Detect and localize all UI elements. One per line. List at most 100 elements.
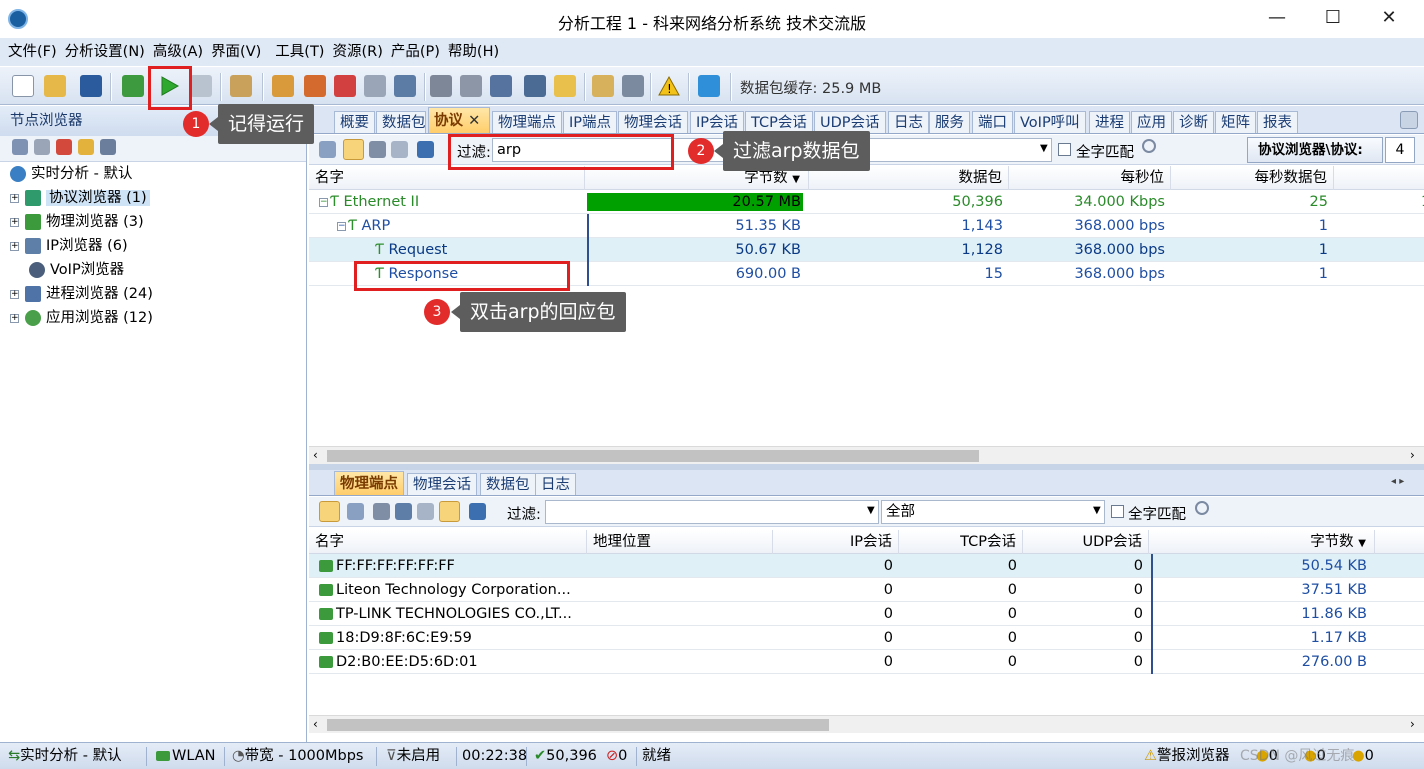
scope-select[interactable]: 全部 <box>881 500 1105 524</box>
tab-physical-sessions[interactable]: 物理会话 <box>618 111 688 133</box>
table-row[interactable]: Liteon Technology Corporation... 0 0 0 3… <box>309 578 1424 602</box>
filter-dropdown-icon[interactable]: ▼ <box>1040 143 1048 154</box>
tab-reports[interactable]: 报表 <box>1257 111 1298 133</box>
tab-process[interactable]: 进程 <box>1089 111 1130 133</box>
tab-matrix[interactable]: 矩阵 <box>1215 111 1256 133</box>
col-bps[interactable]: 每秒位 <box>1009 166 1171 190</box>
folder-icon[interactable] <box>554 75 576 97</box>
tab-log-bottom[interactable]: 日志 <box>535 473 576 495</box>
refresh-tool-icon[interactable] <box>417 141 434 158</box>
tab-ip-endpoints[interactable]: IP端点 <box>563 111 618 133</box>
open-folder-icon[interactable] <box>44 75 66 97</box>
endpoint-filter-input[interactable] <box>545 500 879 524</box>
tab-protocol[interactable]: 协议 ✕ <box>428 107 490 133</box>
table-row[interactable]: − Ƭ Ethernet II 20.57 MB 50,396 34.000 Kb… <box>309 190 1424 214</box>
menu-advanced[interactable]: 高级(A) <box>149 38 207 66</box>
tab-ports[interactable]: 端口 <box>972 111 1013 133</box>
tab-packets[interactable]: 数据包 <box>376 111 426 133</box>
panel-tool-icon[interactable] <box>12 139 28 155</box>
view-icon[interactable] <box>319 141 336 158</box>
tree-item-voip[interactable]: VoIP浏览器 <box>29 258 124 282</box>
tab-tcp-sessions[interactable]: TCP会话 <box>745 111 813 133</box>
tab-log[interactable]: 日志 <box>888 111 929 133</box>
col-bytes[interactable]: 字节数 ▼ <box>1149 530 1375 554</box>
save-icon[interactable] <box>80 75 102 97</box>
close-tab-icon[interactable]: ✕ <box>468 113 480 129</box>
panel-filter-icon[interactable] <box>34 139 50 155</box>
add-icon[interactable] <box>334 75 356 97</box>
filter-icon[interactable] <box>460 75 482 97</box>
new-file-icon[interactable] <box>12 75 34 97</box>
table-row[interactable]: D2:B0:EE:D5:6D:01 0 0 0 276.00 B <box>309 650 1424 674</box>
report-icon[interactable] <box>622 75 644 97</box>
edit-icon[interactable] <box>230 75 252 97</box>
layout-icon[interactable] <box>343 139 364 160</box>
scroll-thumb[interactable] <box>327 719 829 731</box>
view-icon[interactable] <box>347 503 364 520</box>
tree-item-ip[interactable]: + IP浏览器 (6) <box>10 234 128 258</box>
tab-physical-endpoints-bottom[interactable]: 物理端点 <box>334 471 404 495</box>
export-icon[interactable] <box>417 503 434 520</box>
group-icon[interactable] <box>439 501 460 522</box>
menu-help[interactable]: 帮助(H) <box>444 38 503 66</box>
table-row[interactable]: − Ƭ ARP 51.35 KB 1,143 368.000 bps 1 <box>309 214 1424 238</box>
refresh-icon[interactable] <box>524 75 546 97</box>
maximize-button[interactable]: ☐ <box>1310 4 1356 32</box>
horizontal-scrollbar[interactable]: ‹ › <box>309 715 1424 733</box>
scroll-right-icon[interactable]: › <box>1410 717 1415 731</box>
table-row[interactable]: TP-LINK TECHNOLOGIES CO.,LT... 0 0 0 11.… <box>309 602 1424 626</box>
scroll-left-icon[interactable]: ‹ <box>313 448 318 462</box>
shield-icon[interactable] <box>698 75 720 97</box>
col-ip-sessions[interactable]: IP会话 <box>773 530 899 554</box>
filter-dropdown-icon[interactable]: ▼ <box>867 505 875 516</box>
tree-icon[interactable] <box>394 75 416 97</box>
refresh-tool-icon[interactable] <box>469 503 486 520</box>
menu-products[interactable]: 产品(P) <box>387 38 444 66</box>
panel-export-icon[interactable] <box>100 139 116 155</box>
tree-root[interactable]: 实时分析 - 默认 <box>10 162 132 186</box>
col-tcp-sessions[interactable]: TCP会话 <box>899 530 1023 554</box>
tab-ip-sessions[interactable]: IP会话 <box>690 111 745 133</box>
alert-browser-button[interactable]: ⚠警报浏览器 <box>1140 743 1230 769</box>
minimize-button[interactable]: — <box>1254 4 1300 32</box>
trash-icon[interactable] <box>430 75 452 97</box>
whole-word-checkbox[interactable] <box>1111 505 1124 518</box>
filter-tool-icon[interactable] <box>369 141 386 158</box>
scroll-right-icon[interactable]: › <box>1410 448 1415 462</box>
panel-add-icon[interactable] <box>56 139 72 155</box>
tab-summary[interactable]: 概要 <box>334 111 375 133</box>
tree-item-physical[interactable]: + 物理浏览器 (3) <box>10 210 144 234</box>
menu-analysis-settings[interactable]: 分析设置(N) <box>61 38 149 66</box>
table-row[interactable]: Ƭ Request 50.67 KB 1,128 368.000 bps 1 <box>309 238 1424 262</box>
scope-dropdown-icon[interactable]: ▼ <box>1093 505 1101 516</box>
table-row[interactable]: FF:FF:FF:FF:FF:FF 0 0 0 50.54 KB <box>309 554 1424 578</box>
col-name[interactable]: 名字 <box>309 530 587 554</box>
menu-resources[interactable]: 资源(R) <box>328 38 386 66</box>
search-icon[interactable] <box>1195 501 1209 515</box>
scroll-thumb[interactable] <box>327 450 979 462</box>
tab-udp-sessions[interactable]: UDP会话 <box>814 111 886 133</box>
settings-icon[interactable] <box>272 75 294 97</box>
layout-icon[interactable] <box>319 501 340 522</box>
col-pps[interactable]: 每秒数据包 <box>1171 166 1334 190</box>
tab-voip[interactable]: VoIP呼叫 <box>1014 111 1086 133</box>
tab-scroll-icon[interactable]: ◂ ▸ <box>1391 476 1404 487</box>
tab-physical-sessions-bottom[interactable]: 物理会话 <box>407 473 477 495</box>
tab-packets-bottom[interactable]: 数据包 <box>480 473 536 495</box>
tree-item-process[interactable]: + 进程浏览器 (24) <box>10 282 153 306</box>
close-button[interactable]: ✕ <box>1366 4 1412 32</box>
network-icon[interactable] <box>304 75 326 97</box>
calendar-icon[interactable] <box>364 75 386 97</box>
adapter-icon[interactable] <box>122 75 144 97</box>
search-icon[interactable] <box>1142 139 1156 153</box>
warning-icon[interactable]: ! <box>658 75 680 97</box>
menu-tools[interactable]: 工具(T) <box>271 38 328 66</box>
save-filter-icon[interactable] <box>490 75 512 97</box>
tree-item-app[interactable]: + 应用浏览器 (12) <box>10 306 153 330</box>
note-icon[interactable] <box>592 75 614 97</box>
menu-view[interactable]: 界面(V) <box>207 38 265 66</box>
menu-file[interactable]: 文件(F) <box>4 38 61 66</box>
tree-item-protocol[interactable]: + 协议浏览器 (1) <box>10 186 150 210</box>
scroll-left-icon[interactable]: ‹ <box>313 717 318 731</box>
tab-diagnosis[interactable]: 诊断 <box>1173 111 1214 133</box>
